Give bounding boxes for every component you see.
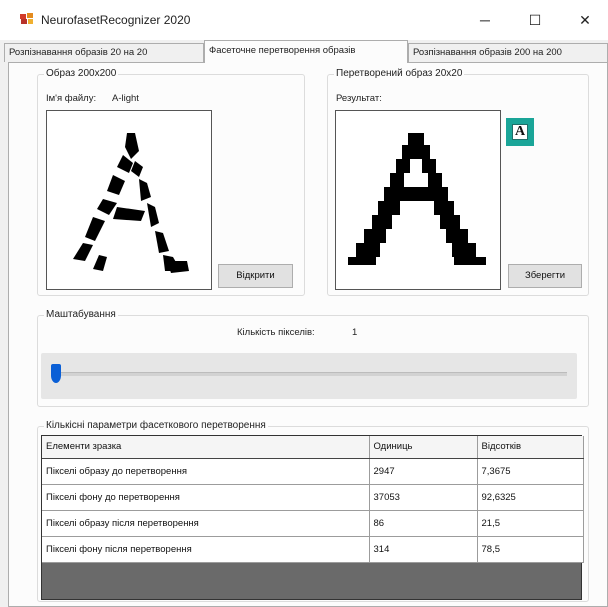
close-button[interactable]: ✕: [570, 9, 600, 31]
app-icon: [20, 13, 33, 24]
slider-track: [51, 372, 567, 376]
params-group-title: Кількісні параметри фасеткового перетвор…: [44, 420, 268, 431]
pixel-count-label: Кількість пікселів:: [237, 327, 315, 338]
slider-thumb[interactable]: [51, 364, 61, 383]
result-group-title: Перетворений образ 20х20: [334, 68, 465, 79]
table-cell[interactable]: 21,5: [477, 510, 584, 537]
table-cell[interactable]: 78,5: [477, 536, 584, 563]
scale-group-title: Маштабування: [44, 309, 118, 320]
params-table[interactable]: Елементи зразка Одиниць Відсотків Піксел…: [41, 435, 584, 600]
table-cell[interactable]: Пікселі образу після перетворення: [42, 510, 370, 537]
filename-label: Ім'я файлу:: [46, 93, 97, 104]
table-cell[interactable]: 7,3675: [477, 458, 584, 485]
scale-slider[interactable]: [41, 353, 577, 399]
minimize-button[interactable]: ─: [470, 9, 500, 31]
maximize-button[interactable]: ☐: [520, 9, 550, 31]
result-image: [335, 110, 501, 290]
table-row[interactable]: Пікселі образу після перетворення 86 21,…: [42, 510, 584, 537]
table-row[interactable]: Пікселі фону після перетворення 314 78,5: [42, 536, 584, 563]
result-preview: A: [506, 118, 534, 146]
source-letter-image: [73, 133, 189, 273]
source-group-title: Образ 200х200: [44, 68, 119, 79]
tab-facet-transform[interactable]: Фасеточне перетворення образів: [204, 40, 408, 63]
table-header-row: Елементи зразка Одиниць Відсотків: [42, 436, 584, 459]
table-cell[interactable]: 86: [369, 510, 478, 537]
table-cell[interactable]: 92,6325: [477, 484, 584, 511]
source-image: [46, 110, 212, 290]
column-header[interactable]: Одиниць: [369, 436, 478, 459]
result-label: Результат:: [336, 93, 382, 104]
window-title: NeurofasetRecognizer 2020: [41, 13, 191, 27]
open-file-button[interactable]: Відкрити: [218, 264, 293, 288]
preview-letter: A: [512, 124, 528, 140]
column-header[interactable]: Елементи зразка: [42, 436, 370, 459]
table-cell[interactable]: 2947: [369, 458, 478, 485]
table-row[interactable]: Пікселі образу до перетворення 2947 7,36…: [42, 458, 584, 485]
table-cell[interactable]: Пікселі фону до перетворення: [42, 484, 370, 511]
table-cell[interactable]: Пікселі образу до перетворення: [42, 458, 370, 485]
column-header[interactable]: Відсотків: [477, 436, 584, 459]
table-cell[interactable]: Пікселі фону після перетворення: [42, 536, 370, 563]
tab-recognition-200[interactable]: Розпізнавання образів 200 на 200: [408, 43, 608, 62]
tab-strip: Розпізнавання образів 20 на 20 Фасеточне…: [0, 40, 608, 63]
tab-recognition-20[interactable]: Розпізнавання образів 20 на 20: [4, 43, 204, 62]
table-cell[interactable]: 37053: [369, 484, 478, 511]
title-bar: NeurofasetRecognizer 2020 ─ ☐ ✕: [0, 0, 608, 40]
table-row[interactable]: Пікселі фону до перетворення 37053 92,63…: [42, 484, 584, 511]
filename-value: A-light: [112, 93, 139, 104]
save-button[interactable]: Зберегти: [508, 264, 582, 288]
pixel-count-value: 1: [352, 327, 358, 338]
result-pixel-letter: [348, 133, 486, 265]
table-cell[interactable]: 314: [369, 536, 478, 563]
